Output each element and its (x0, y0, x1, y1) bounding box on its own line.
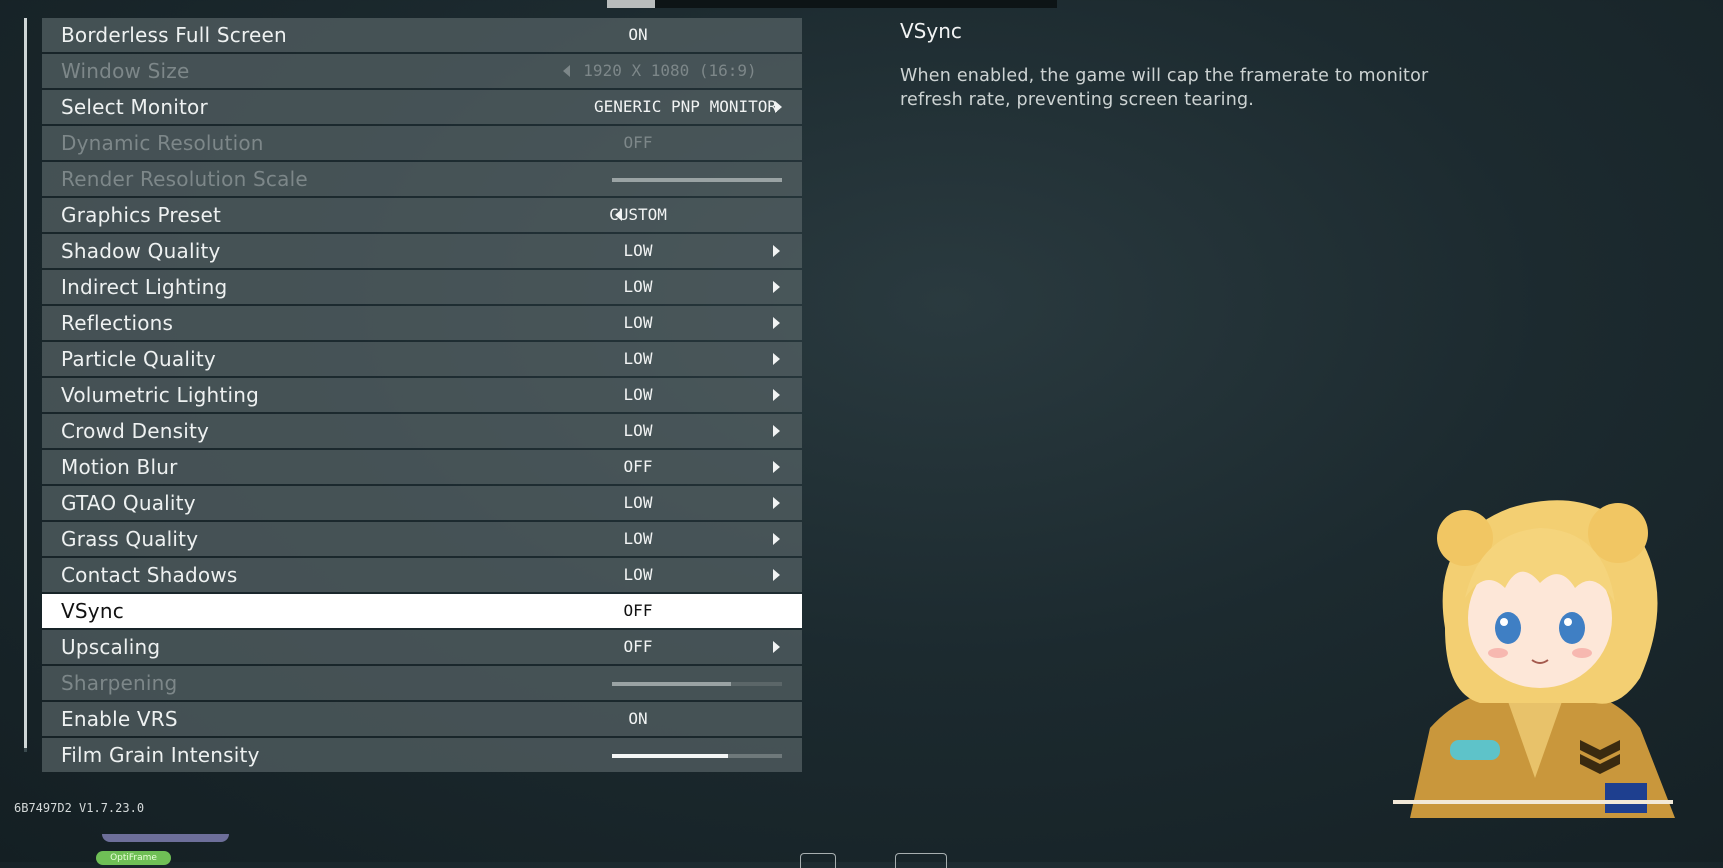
setting-label: GTAO Quality (61, 491, 196, 515)
settings-scrollbar[interactable] (24, 18, 27, 752)
name-patch (1450, 740, 1500, 760)
setting-value: OFF (623, 133, 653, 152)
slider-fill (612, 754, 728, 758)
setting-label: Upscaling (61, 635, 161, 659)
setting-row-shadow-quality[interactable]: Shadow Quality LOW (42, 234, 802, 268)
setting-value: LOW (623, 349, 653, 368)
triangle-right-icon[interactable] (773, 641, 780, 653)
setting-value: ON (628, 709, 648, 728)
triangle-right-icon[interactable] (773, 461, 780, 473)
setting-value: LOW (623, 493, 653, 512)
description-title: VSync (900, 19, 962, 43)
triangle-right-icon[interactable] (773, 317, 780, 329)
setting-value: OFF (623, 457, 653, 476)
setting-row-particle-quality[interactable]: Particle Quality LOW (42, 342, 802, 376)
active-tab-indicator[interactable] (607, 0, 655, 8)
setting-value: LOW (623, 421, 653, 440)
setting-row-borderless-full-screen[interactable]: Borderless Full Screen ON (42, 18, 802, 52)
setting-value: GENERIC PNP MONITOR (593, 97, 777, 116)
setting-slider (612, 178, 782, 182)
setting-slider (612, 682, 782, 686)
build-version: 6B7497D2 V1.7.23.0 (14, 801, 145, 815)
setting-label: Indirect Lighting (61, 275, 228, 299)
triangle-right-icon[interactable] (773, 245, 780, 257)
setting-label: Select Monitor (61, 95, 208, 119)
settings-list: Borderless Full Screen ON Window Size 1920 … (42, 18, 802, 774)
triangle-right-icon[interactable] (773, 353, 780, 365)
triangle-right-icon[interactable] (773, 533, 780, 545)
triangle-right-icon[interactable] (773, 497, 780, 509)
setting-label: Graphics Preset (61, 203, 222, 227)
setting-label: Shadow Quality (61, 239, 221, 263)
setting-label: Enable VRS (61, 707, 178, 731)
triangle-right-icon[interactable] (773, 281, 780, 293)
setting-row-vsync[interactable]: VSync OFF (42, 594, 802, 628)
setting-value: LOW (623, 241, 653, 260)
description-body: When enabled, the game will cap the fram… (900, 66, 1429, 110)
setting-row-contact-shadows[interactable]: Contact Shadows LOW (42, 558, 802, 592)
setting-value: LOW (623, 277, 653, 296)
description-panel: VSync When enabled, the game will cap th… (900, 18, 1460, 112)
setting-label: Volumetric Lighting (61, 383, 259, 407)
streamer-avatar (1393, 500, 1675, 818)
setting-row-graphics-preset[interactable]: Graphics Preset CUSTOM (42, 198, 802, 232)
setting-row-grass-quality[interactable]: Grass Quality LOW (42, 522, 802, 556)
triangle-right-icon[interactable] (773, 425, 780, 437)
setting-label: Motion Blur (61, 455, 178, 479)
setting-label: Contact Shadows (61, 563, 238, 587)
slider-fill (612, 682, 731, 686)
setting-label: Crowd Density (61, 419, 210, 443)
bottom-hint-button-right[interactable] (895, 853, 947, 868)
setting-value: LOW (623, 529, 653, 548)
optiframe-badge: OptiFrame (96, 851, 171, 865)
overlay-pill (102, 834, 229, 842)
slider-fill (612, 178, 782, 182)
setting-label: Dynamic Resolution (61, 131, 264, 155)
setting-label: Render Resolution Scale (61, 167, 308, 191)
setting-row-film-grain-intensity[interactable]: Film Grain Intensity (42, 738, 802, 772)
setting-value: ON (628, 25, 648, 44)
triangle-right-icon[interactable] (773, 569, 780, 581)
setting-label: Reflections (61, 311, 174, 335)
setting-row-dynamic-resolution: Dynamic Resolution OFF (42, 126, 802, 160)
setting-label: Window Size (61, 59, 190, 83)
setting-slider[interactable] (612, 754, 782, 758)
top-tab-bar (607, 0, 1057, 8)
setting-value: LOW (623, 565, 653, 584)
setting-row-crowd-density[interactable]: Crowd Density LOW (42, 414, 802, 448)
setting-value: CUSTOM (609, 205, 667, 224)
setting-row-reflections[interactable]: Reflections LOW (42, 306, 802, 340)
triangle-right-icon[interactable] (773, 389, 780, 401)
setting-value: OFF (623, 601, 653, 620)
setting-value: LOW (623, 313, 653, 332)
bottom-hint-button-left[interactable] (800, 853, 836, 868)
setting-label: Film Grain Intensity (61, 743, 260, 767)
setting-row-gtao-quality[interactable]: GTAO Quality LOW (42, 486, 802, 520)
setting-value: OFF (623, 637, 653, 656)
setting-row-volumetric-lighting[interactable]: Volumetric Lighting LOW (42, 378, 802, 412)
setting-row-render-resolution-scale: Render Resolution Scale (42, 162, 802, 196)
setting-row-indirect-lighting[interactable]: Indirect Lighting LOW (42, 270, 802, 304)
setting-row-select-monitor[interactable]: Select Monitor GENERIC PNP MONITOR (42, 90, 802, 124)
setting-label: Particle Quality (61, 347, 216, 371)
setting-row-enable-vrs[interactable]: Enable VRS ON (42, 702, 802, 736)
setting-label: Sharpening (61, 671, 178, 695)
scrollbar-thumb[interactable] (24, 18, 27, 748)
setting-row-sharpening: Sharpening (42, 666, 802, 700)
setting-row-window-size: Window Size 1920 X 1080 (16:9) (42, 54, 802, 88)
setting-value: LOW (623, 385, 653, 404)
setting-row-upscaling[interactable]: Upscaling OFF (42, 630, 802, 664)
setting-label: VSync (61, 599, 124, 623)
setting-value: 1920 X 1080 (16:9) (583, 61, 757, 80)
setting-label: Grass Quality (61, 527, 199, 551)
setting-row-motion-blur[interactable]: Motion Blur OFF (42, 450, 802, 484)
triangle-right-icon[interactable] (775, 101, 782, 113)
setting-label: Borderless Full Screen (61, 23, 287, 47)
